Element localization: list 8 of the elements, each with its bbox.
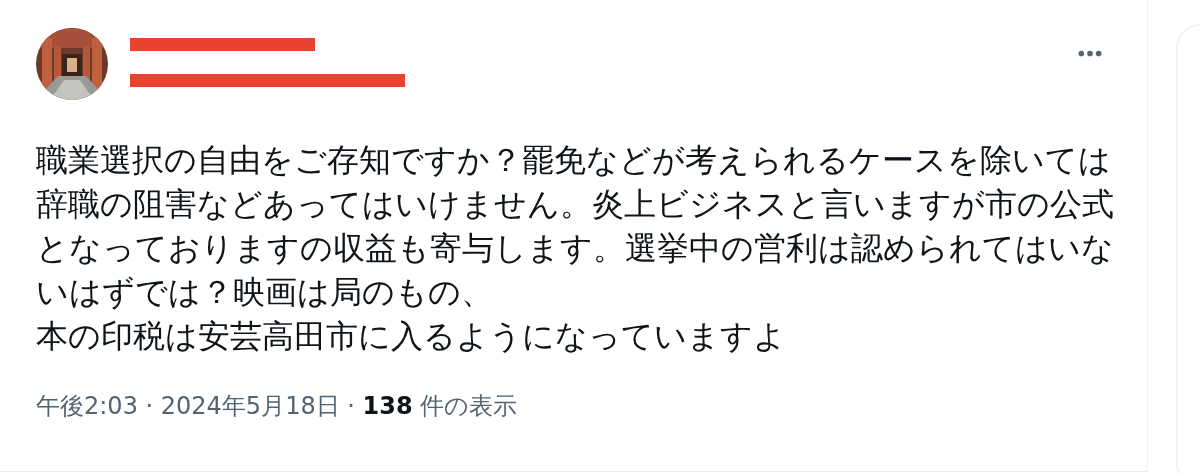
tweet-text-line: 辞職の阻害などあってはいけません。炎上ビジネスと言いますが市の公式 <box>36 185 1114 224</box>
more-icon[interactable] <box>1077 49 1103 58</box>
timestamp[interactable]: 午後2:03 · 2024年5月18日 · <box>36 392 363 420</box>
tweet-text-line: 本の印税は安芸高田市に入るようになっていますよ <box>36 317 786 356</box>
tweet-text-line: となっておりますの収益も寄与します。選挙中の営利は認められてはいな <box>36 229 1114 268</box>
view-count: 138 件の表示 <box>362 392 518 420</box>
tweet-text-line: 職業選択の自由をご存知ですか？罷免などが考えられるケースを除いては <box>36 141 1111 180</box>
tweet-text-line: いはずでは？映画は局のもの、 <box>36 273 493 312</box>
